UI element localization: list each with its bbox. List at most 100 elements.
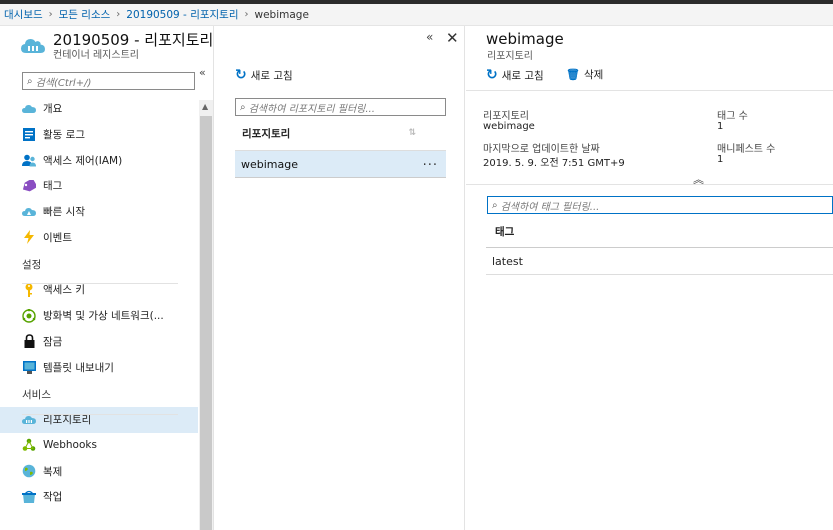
lightning-icon <box>22 230 36 245</box>
menu-item-label: 복제 <box>43 465 63 478</box>
more-options-icon[interactable]: ... <box>423 154 438 169</box>
refresh-button[interactable]: ↻ 새로 고침 <box>486 67 544 83</box>
section-settings: 설정 <box>22 259 42 272</box>
menu-item-firewall[interactable]: 방화벽 및 가상 네트워크(... <box>0 303 198 329</box>
menu-item-label: 템플릿 내보내기 <box>43 361 114 374</box>
resource-menu: 개요 활동 로그 액세스 제어(IAM) 태그 빠른 시작 이벤트 설정 액세스… <box>0 96 198 510</box>
refresh-button[interactable]: ↻ 새로 고침 <box>235 67 293 83</box>
tag-name: latest <box>492 254 523 268</box>
breadcrumb-separator-icon: › <box>116 9 121 20</box>
quickstart-cloud-icon <box>22 205 36 219</box>
firewall-icon <box>22 308 36 323</box>
manifest-count-value: 1 <box>717 154 724 165</box>
menu-item-label: 태그 <box>43 180 63 193</box>
menu-item-label: 빠른 시작 <box>43 206 85 219</box>
menu-item-events[interactable]: 이벤트 <box>0 224 198 250</box>
trash-icon: 🗑 <box>566 68 580 81</box>
blade-header: 20190509 - 리포지토리 컨테이너 레지스트리 <box>0 26 214 66</box>
menu-item-label: 액세스 키 <box>43 284 85 297</box>
menu-item-quickstart[interactable]: 빠른 시작 <box>0 199 198 225</box>
menu-item-label: Webhooks <box>43 439 97 452</box>
repository-column-header[interactable]: 리포지토리 ⇅ <box>235 116 446 151</box>
delete-label: 삭제 <box>583 69 604 81</box>
essentials-divider <box>466 184 833 185</box>
menu-item-tags[interactable]: 태그 <box>0 173 198 199</box>
search-placeholder: 검색(Ctrl+/) <box>35 77 92 89</box>
menu-item-label: 액세스 제어(IAM) <box>43 154 123 167</box>
menu-item-webhooks[interactable]: Webhooks <box>0 433 198 459</box>
menu-item-label: 방화벽 및 가상 네트워크(... <box>43 310 164 323</box>
menu-item-activity-log[interactable]: 활동 로그 <box>0 122 198 148</box>
scroll-up-icon[interactable]: ▲ <box>202 102 208 111</box>
menu-item-label: 작업 <box>43 491 63 504</box>
tag-row[interactable]: latest <box>486 248 833 275</box>
breadcrumb-current: webimage <box>254 8 309 21</box>
refresh-icon: ↻ <box>235 67 247 83</box>
lock-icon <box>22 334 36 349</box>
activity-log-icon <box>22 128 36 142</box>
globe-icon <box>22 464 36 478</box>
refresh-icon: ↻ <box>486 67 498 83</box>
repository-label: 리포지토리 <box>483 111 529 122</box>
tag-icon <box>22 179 36 193</box>
menu-item-export-template[interactable]: 템플릿 내보내기 <box>0 354 198 380</box>
refresh-label: 새로 고침 <box>501 69 544 82</box>
menu-item-label: 개요 <box>43 103 63 116</box>
column-header-label: 태그 <box>495 226 515 238</box>
tag-filter-input[interactable]: ⌕ 검색하여 태그 필터링... <box>487 196 833 214</box>
tag-count-label: 태그 수 <box>717 111 748 122</box>
tag-column-header[interactable]: 태그 <box>486 216 833 248</box>
registry-menu-blade: 20190509 - 리포지토리 컨테이너 레지스트리 « ✕ ⌕ 검색(Ctr… <box>0 26 459 530</box>
cloud-icon <box>22 102 36 116</box>
people-icon <box>22 153 36 167</box>
breadcrumb: 대시보드 › 모든 리소스 › 20190509 - 리포지토리 › webim… <box>0 4 833 26</box>
menu-item-overview[interactable]: 개요 <box>0 96 198 122</box>
webhooks-icon <box>22 438 36 452</box>
blade-subtitle: 컨테이너 레지스트리 <box>53 50 139 61</box>
blade-subtitle: 리포지토리 <box>487 51 533 62</box>
search-icon: ⌕ <box>492 199 498 211</box>
column-header-label: 리포지토리 <box>242 127 291 140</box>
menu-search-input[interactable]: ⌕ 검색(Ctrl+/) <box>22 72 195 90</box>
repository-name: webimage <box>241 157 299 171</box>
repository-filter-input[interactable]: ⌕ 검색하여 리포지토리 필터링... <box>235 98 446 116</box>
sort-icon[interactable]: ⇅ <box>408 128 416 138</box>
key-icon <box>22 283 36 297</box>
filter-placeholder: 검색하여 리포지토리 필터링... <box>248 103 375 115</box>
menu-item-label: 이벤트 <box>43 231 72 244</box>
repositories-blade: ↻ 새로 고침 ⌕ 검색하여 리포지토리 필터링... 리포지토리 ⇅ webi… <box>215 26 465 530</box>
refresh-label: 새로 고침 <box>250 69 293 82</box>
scrollbar-thumb[interactable] <box>200 116 212 530</box>
menu-item-tasks[interactable]: 작업 <box>0 484 198 510</box>
menu-item-locks[interactable]: 잠금 <box>0 329 198 355</box>
last-updated-value: 2019. 5. 9. 오전 7:51 GMT+9 <box>483 158 625 169</box>
template-icon <box>22 360 36 374</box>
blade-title: webimage <box>486 30 564 48</box>
menu-item-repositories[interactable]: 리포지토리 <box>0 406 198 433</box>
menu-item-label: 활동 로그 <box>43 129 85 142</box>
command-bar-divider <box>466 90 833 91</box>
section-divider <box>22 414 178 415</box>
delete-button[interactable]: 🗑 삭제 <box>566 67 603 82</box>
menu-item-access-keys[interactable]: 액세스 키 <box>0 277 198 303</box>
container-registry-icon <box>21 39 45 53</box>
menu-item-replication[interactable]: 복제 <box>0 458 198 484</box>
section-divider <box>22 283 178 284</box>
filter-placeholder: 검색하여 태그 필터링... <box>500 201 600 213</box>
breadcrumb-all-resources[interactable]: 모든 리소스 <box>59 7 111 22</box>
webimage-blade: webimage 리포지토리 ↻ 새로 고침 🗑 삭제 리포지토리 webima… <box>466 26 833 530</box>
manifest-count-label: 매니페스트 수 <box>717 144 776 155</box>
breadcrumb-dashboard[interactable]: 대시보드 <box>4 7 43 22</box>
section-services: 서비스 <box>22 388 51 401</box>
search-icon: ⌕ <box>240 101 246 113</box>
breadcrumb-separator-icon: › <box>48 9 53 20</box>
repository-row[interactable]: webimage ... <box>235 151 446 178</box>
menu-item-label: 잠금 <box>43 335 63 348</box>
breadcrumb-separator-icon: › <box>244 9 249 20</box>
repository-value: webimage <box>483 121 535 132</box>
breadcrumb-registry[interactable]: 20190509 - 리포지토리 <box>126 7 238 22</box>
menu-item-access-control[interactable]: 액세스 제어(IAM) <box>0 147 198 173</box>
collapse-menu-icon[interactable]: « <box>199 66 206 79</box>
search-icon: ⌕ <box>27 75 33 87</box>
tasks-icon <box>22 490 36 504</box>
